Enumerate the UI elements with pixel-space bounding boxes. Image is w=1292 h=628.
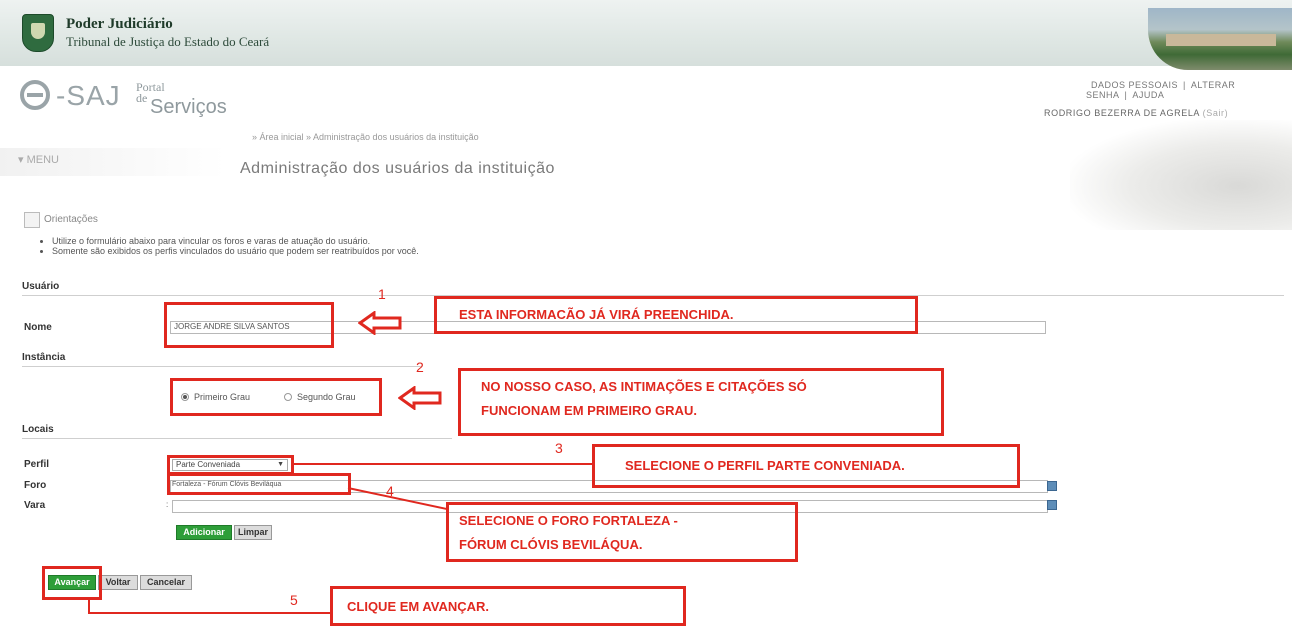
org-subtitle: Tribunal de Justiça do Estado do Ceará [66, 34, 270, 49]
annotation-number-2: 2 [416, 359, 424, 375]
search-icon[interactable] [1047, 500, 1057, 510]
menu-chevron-icon: ▾ [18, 154, 27, 166]
link-dados-pessoais[interactable]: DADOS PESSOAIS [1091, 80, 1178, 90]
foro-label: Foro [24, 480, 47, 491]
limpar-button[interactable]: Limpar [234, 525, 272, 540]
annotation-callout-1: ESTA INFORMACÃO JÁ VIRÁ PREENCHIDA. [434, 296, 918, 334]
arrow-left-icon [358, 311, 402, 335]
callout-text-2b: FUNCIONAM EM PRIMEIRO GRAU. [481, 403, 697, 418]
callout-text-2a: NO NOSSO CASO, AS INTIMAÇÕES E CITAÇÕES … [481, 379, 807, 394]
cancelar-button[interactable]: Cancelar [140, 575, 192, 590]
perfil-label: Perfil [24, 459, 50, 470]
callout-text-3: SELECIONE O PERFIL PARTE CONVENIADA. [625, 458, 905, 473]
vara-separator: : [166, 500, 169, 509]
org-title: Poder Judiciário [66, 16, 173, 32]
callout-text-5: CLIQUE EM AVANÇAR. [347, 599, 490, 614]
annotation-leader-line-3 [294, 463, 594, 465]
page-title: Administração dos usuários da instituiçã… [240, 160, 555, 177]
logo-de-word: de [136, 91, 148, 105]
nome-label: Nome [24, 322, 52, 333]
top-links: DADOS PESSOAIS | ALTERAR SENHA | AJUDA [1086, 80, 1236, 100]
annotation-box-5 [42, 566, 102, 600]
annotation-callout-5: CLIQUE EM AVANÇAR. [330, 586, 686, 626]
menu-label: MENU [26, 154, 59, 166]
user-name: RODRIGO BEZERRA DE AGRELA [1044, 108, 1200, 118]
adicionar-button[interactable]: Adicionar [176, 525, 232, 540]
annotation-callout-3: SELECIONE O PERFIL PARTE CONVENIADA. [592, 444, 1020, 488]
annotation-callout-4: SELECIONE O FORO FORTALEZA - FÓRUM CLÓVI… [446, 502, 798, 562]
section-usuario: Usuário [22, 281, 60, 292]
annotation-number-5: 5 [290, 592, 298, 608]
orientacao-item: Utilize o formulário abaixo para vincula… [52, 236, 419, 246]
annotation-box-4 [167, 473, 351, 495]
section-divider [22, 438, 452, 439]
esaj-e-logo-icon [20, 80, 50, 110]
section-divider [22, 366, 422, 367]
orientacoes-title: Orientações [44, 214, 98, 225]
annotation-callout-2: NO NOSSO CASO, AS INTIMAÇÕES E CITAÇÕES … [458, 368, 944, 436]
vara-label: Vara [24, 500, 46, 511]
annotation-leader-line-5b [88, 612, 332, 614]
orientacao-item: Somente são exibidos os perfis vinculado… [52, 246, 419, 256]
user-info: RODRIGO BEZERRA DE AGRELA (Sair) [1044, 108, 1228, 118]
section-locais: Locais [22, 424, 54, 435]
annotation-number-1: 1 [378, 286, 386, 302]
annotation-number-3: 3 [555, 440, 563, 456]
info-icon [24, 212, 40, 228]
logout-link[interactable]: (Sair) [1203, 108, 1229, 118]
court-crest-logo [22, 14, 54, 52]
callout-text-4b: FÓRUM CLÓVIS BEVILÁQUA. [459, 537, 643, 552]
annotation-box-3 [167, 455, 294, 475]
gavel-decoration [1070, 120, 1292, 230]
breadcrumb: » Área inicial » Administração dos usuár… [252, 132, 479, 142]
link-ajuda[interactable]: AJUDA [1132, 90, 1164, 100]
orientacoes-list: Utilize o formulário abaixo para vincula… [40, 236, 419, 256]
callout-text-1: ESTA INFORMACÃO JÁ VIRÁ PREENCHIDA. [459, 307, 734, 322]
arrow-left-icon [398, 386, 442, 410]
search-icon[interactable] [1047, 481, 1057, 491]
header-band [0, 0, 1292, 66]
logo-servicos: Serviços [150, 96, 227, 118]
annotation-box-2 [170, 378, 382, 416]
voltar-button[interactable]: Voltar [98, 575, 138, 590]
section-instancia: Instância [22, 352, 66, 363]
logo-saj: -SAJ [56, 80, 121, 111]
header-building-photo [1148, 8, 1292, 70]
menu-toggle[interactable]: ▾ MENU [18, 153, 59, 166]
annotation-box-1 [164, 302, 334, 348]
callout-text-4a: SELECIONE O FORO FORTALEZA - [459, 513, 678, 528]
